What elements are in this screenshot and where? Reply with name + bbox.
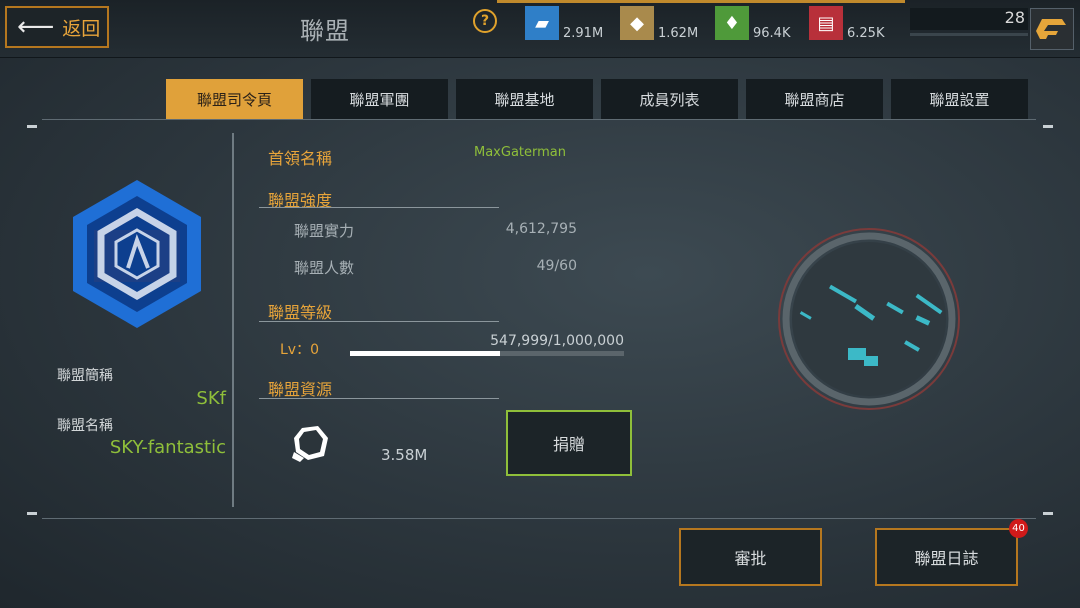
level-progress-fill [350,351,501,356]
resources-header: 聯盟資源 [268,380,333,399]
notification-badge: 40 [1009,519,1028,538]
resource-bar-accent [497,0,905,3]
divider-tick [1043,125,1053,128]
approve-button[interactable]: 審批 [679,528,822,586]
divider-tick [27,125,37,128]
radar-emblem-icon [778,228,960,410]
resource-weapon-crate[interactable]: ▰ 2.91M [525,4,604,41]
back-label: 返回 [62,17,101,40]
power-label: 聯盟實力 [294,222,355,240]
tab-shop[interactable]: 聯盟商店 [746,79,883,119]
resource-value: 2.91M [563,26,604,41]
tab-members[interactable]: 成員列表 [601,79,738,119]
resource-ammo[interactable]: ▤ 6.25K [809,4,885,41]
back-button[interactable]: ⟵ 返回 [5,6,109,48]
divider [42,518,1036,519]
alliance-log-button[interactable]: 聯盟日誌 [875,528,1018,586]
resource-crystal[interactable]: ♦ 96.4K [715,4,791,41]
members-value: 49/60 [536,258,577,274]
section-line [259,321,499,322]
section-line [259,398,499,399]
player-xp-bar [910,33,1028,36]
resource-value: 1.62M [658,26,699,41]
power-value: 4,612,795 [505,221,577,237]
player-level: 28 [1004,8,1025,27]
members-label: 聯盟人數 [294,259,355,277]
divider-tick [27,512,37,515]
leader-label: 首領名稱 [268,149,333,168]
resource-ore[interactable]: ◆ 1.62M [620,4,699,41]
question-icon[interactable]: ? [473,9,497,33]
tab-settings[interactable]: 聯盟設置 [891,79,1028,119]
alliance-level: Lv：0 [280,342,319,358]
alliance-name-value: SKY-fantastic [109,437,226,458]
short-name-value: SKf [196,388,226,409]
game-logo-button[interactable] [1030,8,1074,50]
level-progress-text: 547,999/1,000,000 [490,333,624,349]
game-logo-icon [1036,19,1066,39]
leader-value: MaxGaterman [474,145,566,160]
section-line [259,207,499,208]
resource-amount: 3.58M [381,446,428,464]
donate-button[interactable]: 捐贈 [506,410,632,476]
tab-commander[interactable]: 聯盟司令頁 [166,79,303,119]
panel-divider [232,133,234,507]
alliance-emblem-icon [73,180,201,328]
short-name-label: 聯盟簡稱 [57,368,113,384]
divider [42,119,1036,120]
resource-value: 6.25K [847,26,885,41]
resource-value: 96.4K [753,26,791,41]
weapon-crate-icon: ▰ [525,6,559,40]
back-arrow-icon: ⟵ [17,12,55,42]
tab-base[interactable]: 聯盟基地 [456,79,593,119]
alliance-name-label: 聯盟名稱 [57,418,113,434]
ammo-icon: ▤ [809,6,843,40]
divider-tick [1043,512,1053,515]
level-progress-bar [350,351,624,356]
ore-icon: ◆ [620,6,654,40]
crystal-icon: ♦ [715,6,749,40]
page-title: 聯盟 [300,17,350,45]
tab-legion[interactable]: 聯盟軍團 [311,79,448,119]
level-header: 聯盟等級 [268,303,333,322]
ore-icon [292,426,328,462]
